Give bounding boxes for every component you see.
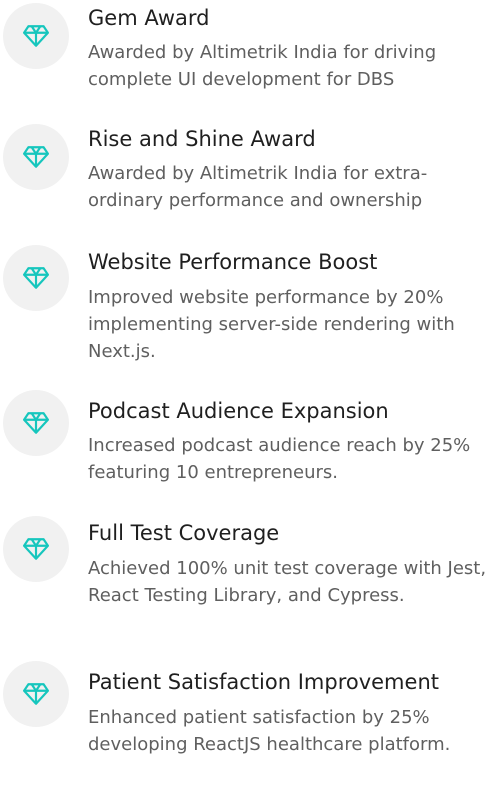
gem-icon [3, 245, 69, 311]
award-title: Website Performance Boost [88, 250, 378, 274]
gem-icon [3, 3, 69, 69]
award-title: Gem Award [88, 6, 210, 30]
award-description: Awarded by Altimetrik India for driving … [88, 42, 437, 90]
award-description: Improved website performance by 20% impl… [88, 287, 455, 362]
gem-icon [3, 516, 69, 582]
award-title: Podcast Audience Expansion [88, 399, 389, 423]
awards-list: Gem Award Awarded by Altimetrik India fo… [0, 0, 499, 786]
award-description: Achieved 100% unit test coverage with Je… [88, 558, 487, 606]
award-title: Rise and Shine Award [88, 127, 316, 151]
award-description: Awarded by Altimetrik India for extra-or… [88, 163, 428, 211]
award-description: Increased podcast audience reach by 25% … [88, 435, 471, 483]
gem-icon [3, 124, 69, 190]
gem-icon [3, 661, 69, 727]
award-title: Patient Satisfaction Improvement [88, 670, 439, 694]
award-title: Full Test Coverage [88, 521, 280, 545]
gem-icon [3, 390, 69, 456]
award-description: Enhanced patient satisfaction by 25% dev… [88, 707, 451, 755]
